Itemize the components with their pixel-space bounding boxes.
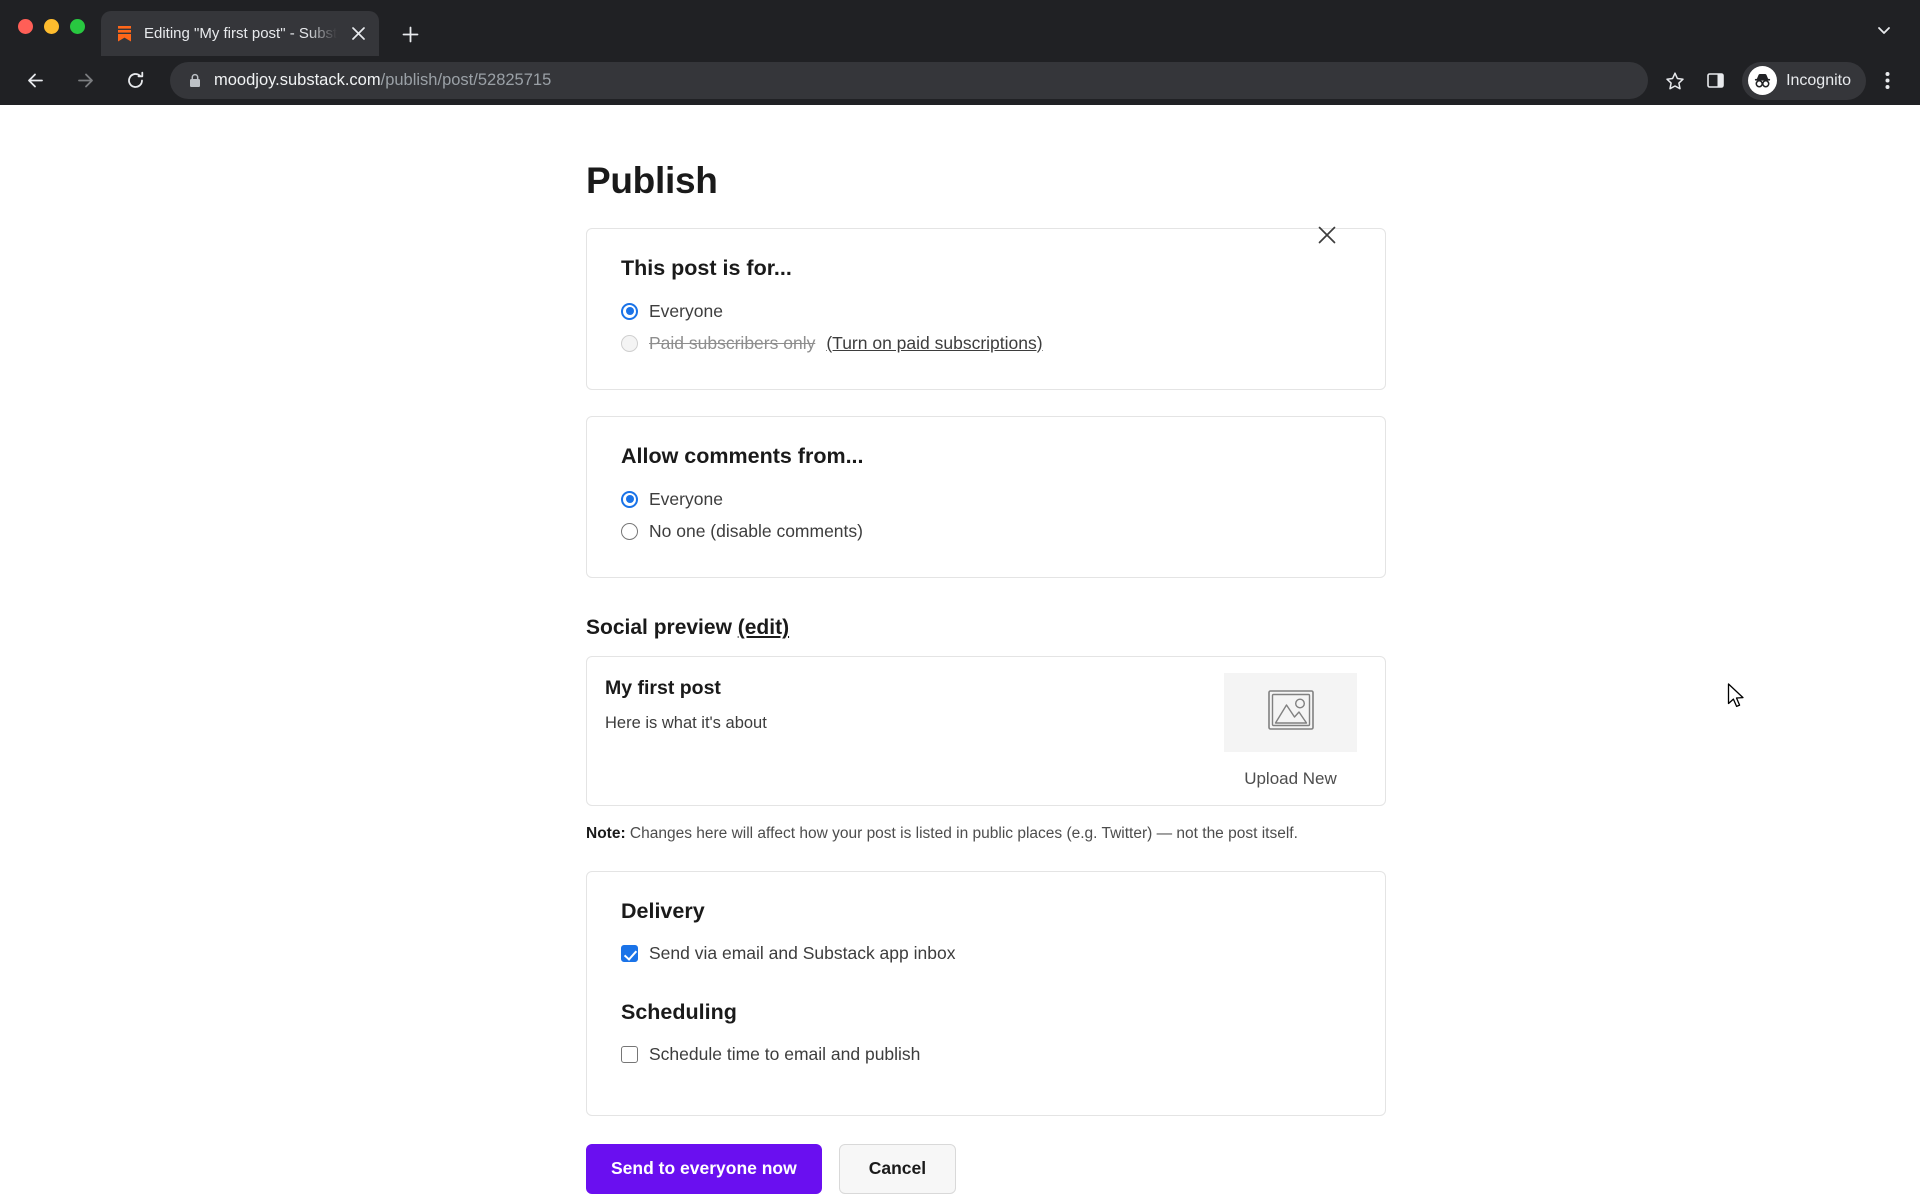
page-viewport: Publish This post is for... Everyone Pai…: [0, 105, 1920, 1200]
delivery-option-email[interactable]: Send via email and Substack app inbox: [621, 938, 1351, 970]
toolbar-right-actions: Incognito: [1656, 61, 1906, 100]
social-preview-image-column: Upload New: [1224, 673, 1357, 789]
comments-heading: Allow comments from...: [621, 444, 864, 468]
minimize-window-button[interactable]: [44, 18, 59, 34]
social-preview-post-title: My first post: [605, 677, 721, 699]
browser-window: Editing "My first post" - Substack: [0, 0, 1920, 1200]
audience-option-label: Everyone: [649, 300, 723, 321]
window-controls[interactable]: [18, 0, 101, 56]
publish-dialog: Publish This post is for... Everyone Pai…: [586, 160, 1386, 1194]
audience-option-paid[interactable]: Paid subscribers only (Turn on paid subsc…: [621, 327, 1351, 359]
comments-card: Allow comments from... Everyone No one (…: [586, 416, 1386, 578]
url-text: moodjoy.substack.com/publish/post/528257…: [214, 71, 1632, 90]
image-placeholder-icon: [1267, 690, 1314, 735]
chevron-down-icon[interactable]: [1870, 16, 1898, 44]
scheduling-option-schedule[interactable]: Schedule time to email and publish: [621, 1039, 1351, 1071]
url-host: moodjoy.substack.com: [214, 71, 381, 89]
audience-option-label: Paid subscribers only: [649, 332, 816, 353]
profile-chip[interactable]: Incognito: [1742, 61, 1866, 100]
comments-option-label: No one (disable comments): [649, 520, 863, 541]
new-tab-button[interactable]: [393, 17, 427, 51]
comments-option-label: Everyone: [649, 488, 723, 509]
social-preview-edit-link[interactable]: (edit): [738, 616, 789, 639]
delivery-card: Delivery Send via email and Substack app…: [586, 870, 1386, 1116]
radio-paid-subscribers[interactable]: [621, 334, 638, 352]
browser-toolbar: moodjoy.substack.com/publish/post/528257…: [0, 56, 1920, 105]
mouse-cursor: [1727, 683, 1747, 709]
maximize-window-button[interactable]: [70, 18, 85, 34]
reload-button[interactable]: [115, 61, 155, 101]
image-upload-area[interactable]: [1224, 673, 1357, 752]
note-text: Changes here will affect how your post i…: [625, 825, 1298, 842]
comments-option-everyone[interactable]: Everyone: [621, 483, 1351, 515]
close-icon[interactable]: [1312, 220, 1342, 250]
page-title: Publish: [586, 160, 718, 201]
checkbox-schedule-time[interactable]: [621, 1046, 638, 1064]
three-dot-menu-icon[interactable]: [1868, 62, 1906, 100]
turn-on-paid-subscriptions-link[interactable]: (Turn on paid subscriptions): [826, 333, 1042, 354]
incognito-avatar-icon: [1748, 66, 1778, 95]
star-icon[interactable]: [1656, 62, 1694, 100]
audience-card: This post is for... Everyone Paid subscr…: [586, 228, 1386, 390]
address-bar[interactable]: moodjoy.substack.com/publish/post/528257…: [170, 62, 1649, 99]
upload-new-label[interactable]: Upload New: [1244, 769, 1337, 789]
side-panel-icon[interactable]: [1696, 62, 1734, 100]
social-preview-heading: Social preview (edit): [586, 616, 1386, 640]
audience-heading: This post is for...: [621, 256, 792, 280]
checkbox-send-via-email[interactable]: [621, 945, 638, 963]
cancel-button[interactable]: Cancel: [838, 1143, 957, 1194]
tab-title: Editing "My first post" - Substack: [144, 25, 337, 42]
delivery-heading: Delivery: [621, 898, 705, 923]
audience-option-everyone[interactable]: Everyone: [621, 295, 1351, 327]
radio-everyone[interactable]: [621, 302, 638, 320]
substack-logo-icon: [115, 24, 134, 43]
profile-label: Incognito: [1786, 71, 1851, 89]
delivery-option-label: Send via email and Substack app inbox: [649, 943, 956, 964]
send-to-everyone-now-button[interactable]: Send to everyone now: [586, 1143, 822, 1194]
note-prefix: Note:: [586, 825, 626, 842]
browser-tab[interactable]: Editing "My first post" - Substack: [101, 11, 379, 56]
social-preview-note: Note: Changes here will affect how your …: [586, 823, 1386, 845]
url-path: /publish/post/52825715: [380, 71, 552, 89]
comments-option-no-one[interactable]: No one (disable comments): [621, 515, 1351, 547]
social-preview-post-subtitle: Here is what it's about: [605, 714, 767, 732]
scheduling-option-label: Schedule time to email and publish: [649, 1044, 921, 1065]
social-preview-label: Social preview: [586, 616, 732, 639]
radio-comments-no-one[interactable]: [621, 522, 638, 540]
dialog-actions: Send to everyone now Cancel: [586, 1143, 1386, 1194]
tab-strip: Editing "My first post" - Substack: [0, 0, 1920, 56]
close-window-button[interactable]: [18, 18, 33, 34]
lock-icon: [188, 73, 202, 88]
browser-chrome: Editing "My first post" - Substack: [0, 0, 1920, 105]
scheduling-heading: Scheduling: [621, 999, 737, 1024]
radio-comments-everyone[interactable]: [621, 490, 638, 508]
social-preview-text: My first post Here is what it's about: [601, 673, 1224, 789]
back-button[interactable]: [15, 61, 55, 101]
forward-button[interactable]: [65, 61, 105, 101]
social-preview-card: My first post Here is what it's about Up…: [586, 656, 1386, 806]
tab-close-icon[interactable]: [347, 23, 369, 45]
